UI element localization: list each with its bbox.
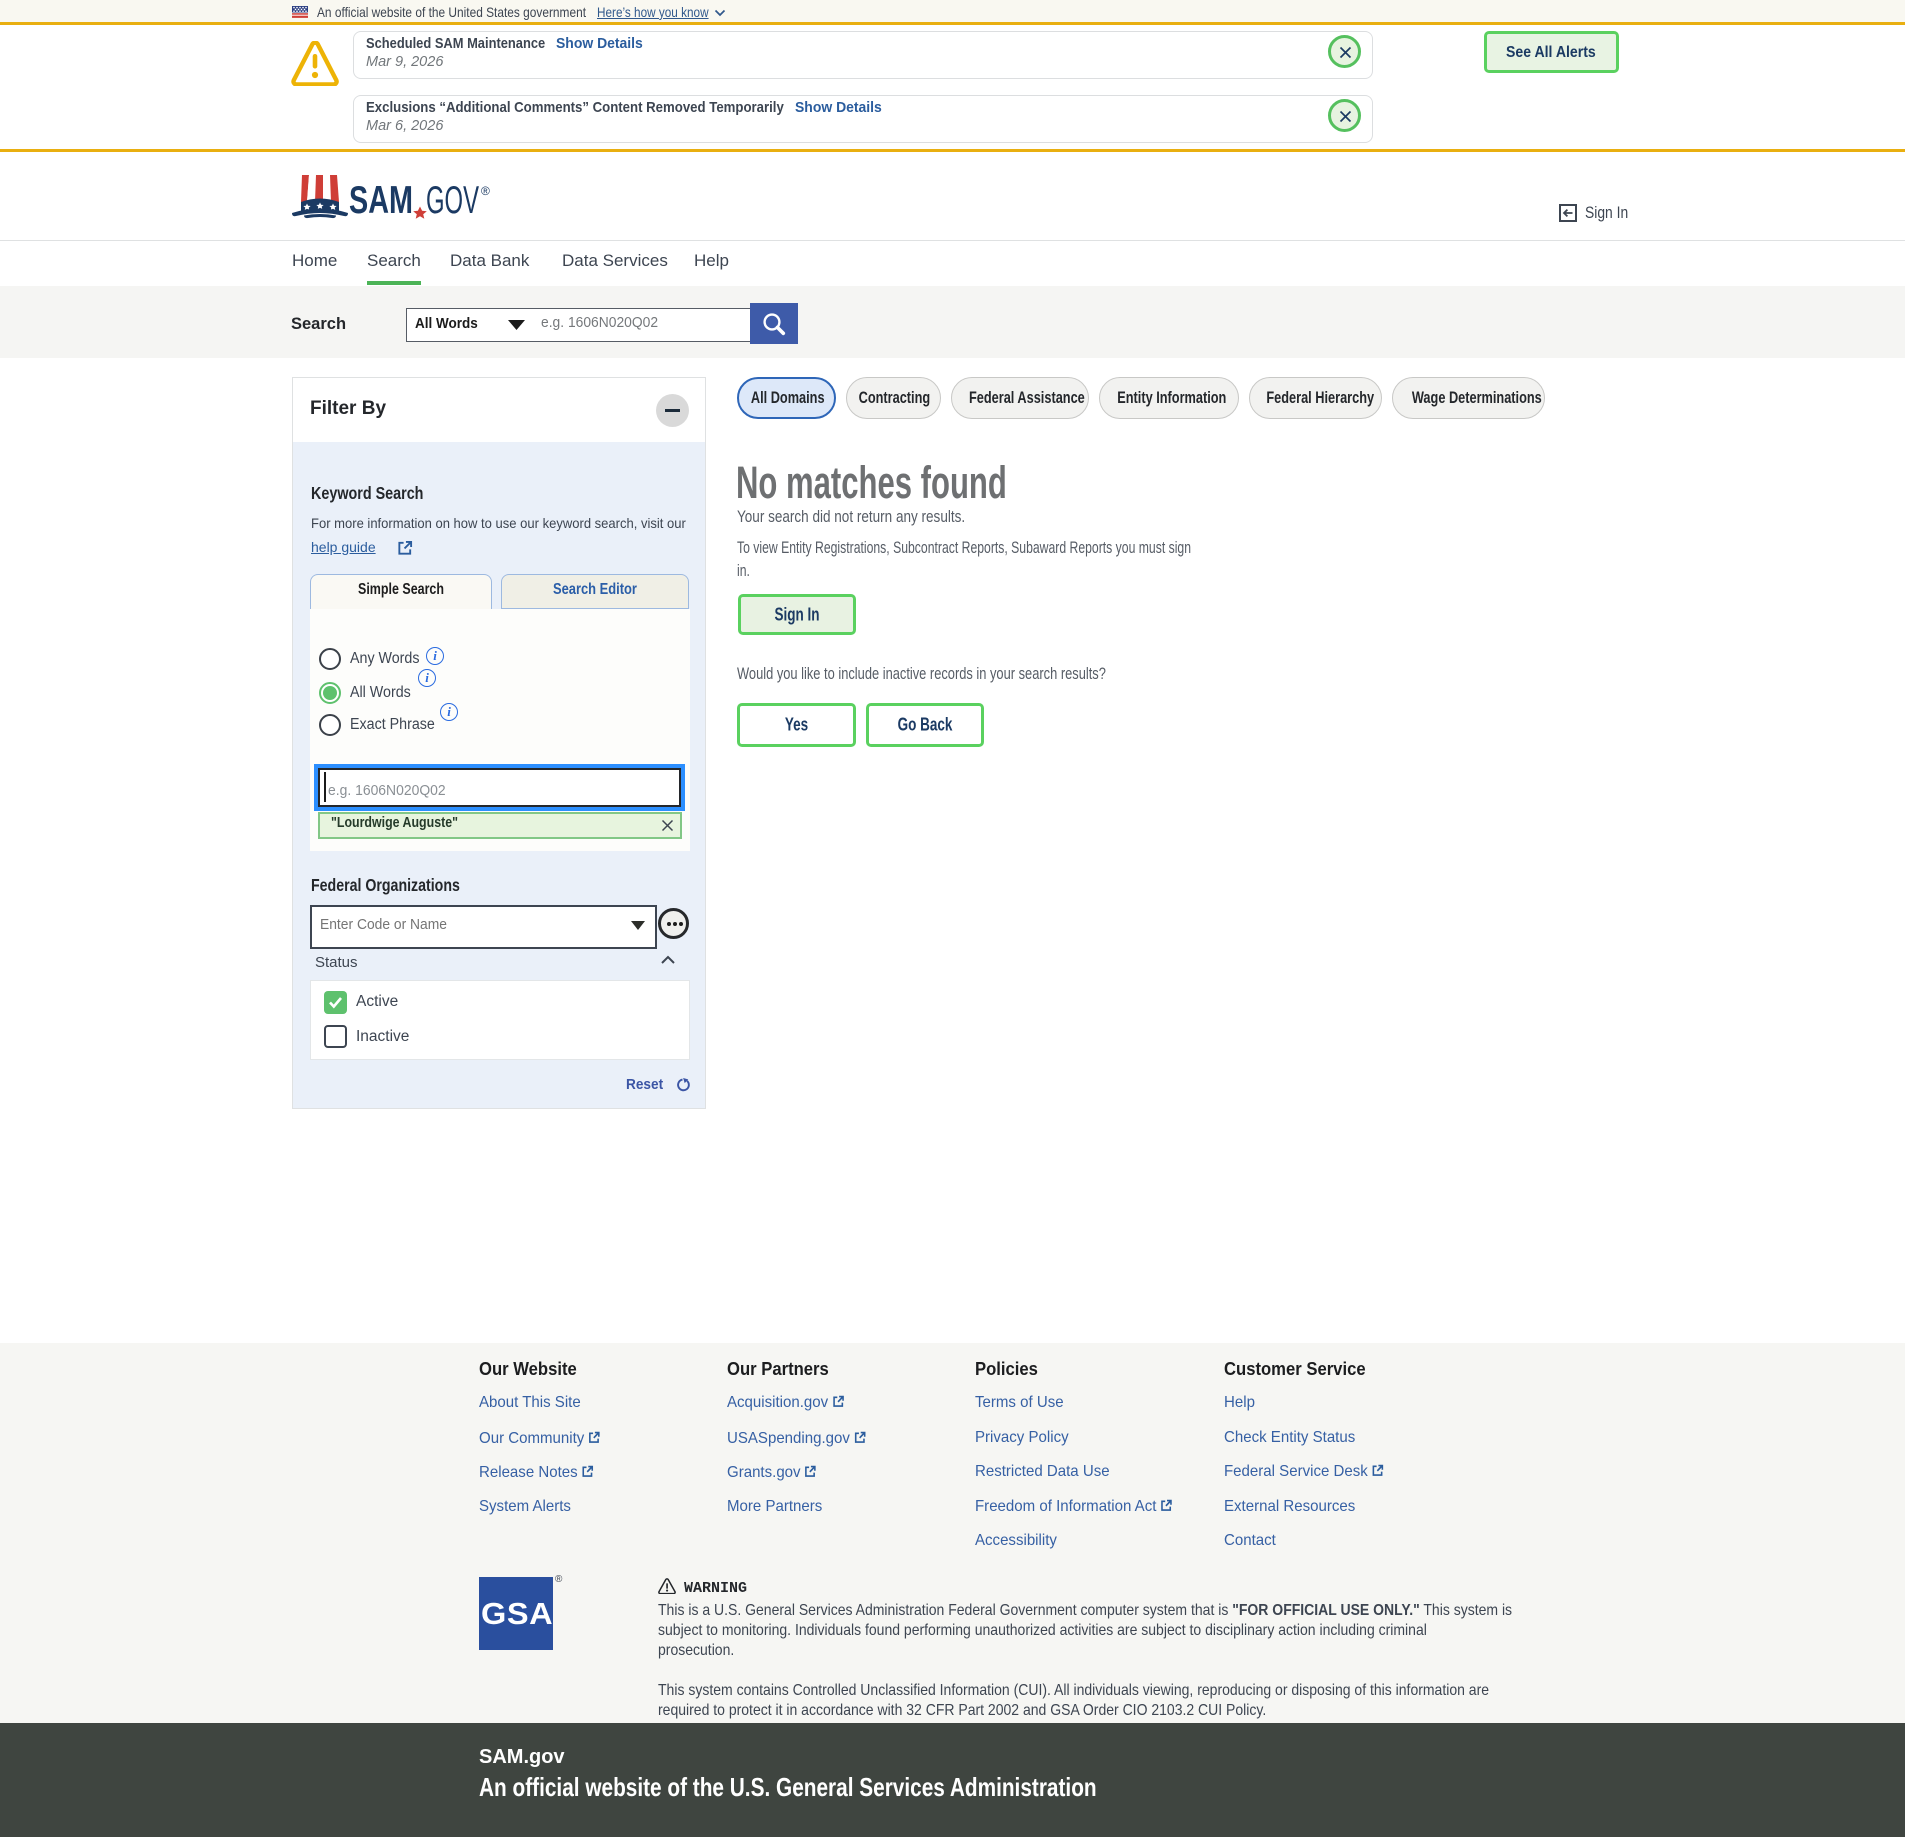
- svg-text:SAM: SAM: [349, 179, 413, 219]
- svg-text:®: ®: [481, 184, 490, 198]
- svg-text:GOV: GOV: [426, 179, 479, 219]
